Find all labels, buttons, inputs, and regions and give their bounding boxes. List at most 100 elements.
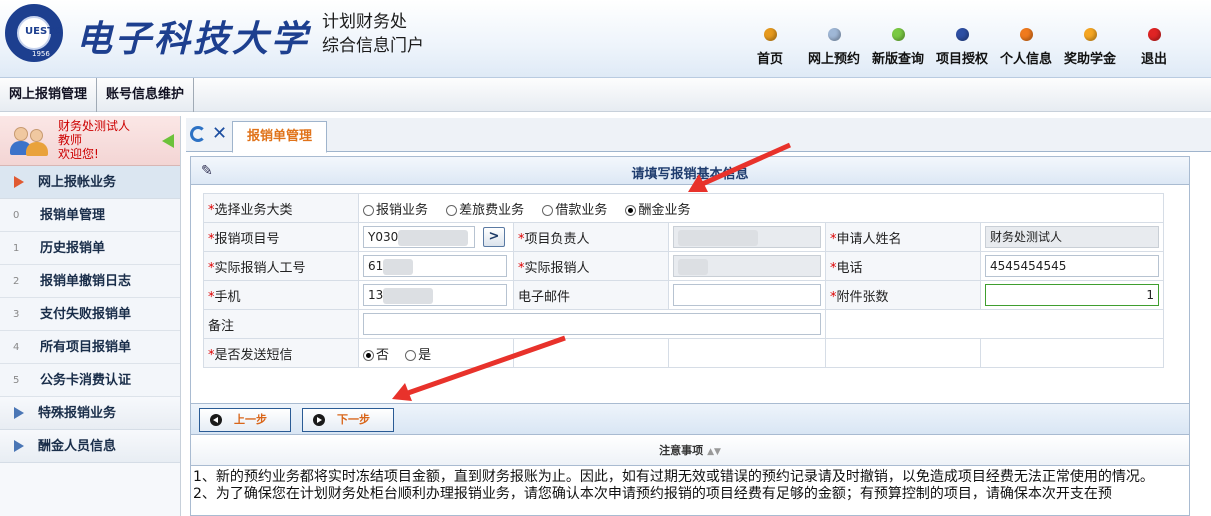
- orb-icon: [891, 28, 905, 41]
- actual-person-label: 实际报销人: [524, 260, 590, 276]
- nav-scholarship[interactable]: 奖助学金: [1063, 28, 1117, 67]
- radio-icon[interactable]: [363, 349, 374, 361]
- collapse-arrow-icon[interactable]: [162, 134, 174, 148]
- refresh-icon[interactable]: [190, 126, 206, 142]
- remark-label: 备注: [208, 318, 235, 334]
- orb-icon: [1147, 28, 1161, 41]
- notice-body: 1、新的预约业务都将实时冻结项目金额，直到财务报账为止。因此，如有过期无效或错误…: [193, 469, 1187, 503]
- main-content: ✕ 报销单管理 ✎ 请填写报销基本信息 *选择业务大类 报销业务 差旅费业务 借…: [186, 116, 1211, 516]
- sidebar: 财务处测试人 教师 欢迎您! 网上报帐业务 0 报销单管理 1 历史报销单 2 报销单…: [0, 116, 181, 516]
- nav-project-auth[interactable]: 项目授权: [935, 28, 989, 67]
- category-option-remuneration[interactable]: 酬金业务: [625, 203, 690, 218]
- user-greeting: 欢迎您!: [58, 147, 99, 161]
- nav-online-booking[interactable]: 网上预约: [807, 28, 861, 67]
- category-label: 选择业务大类: [214, 202, 293, 218]
- sidebar-item-cancel-log[interactable]: 2 报销单撤销日志: [0, 265, 180, 298]
- orb-icon: [1019, 28, 1033, 41]
- applicant-name-label: 申请人姓名: [836, 231, 902, 247]
- university-name: 电子科技大学: [76, 18, 311, 60]
- sidebar-group-online-reimbursement[interactable]: 网上报帐业务: [0, 166, 180, 199]
- mobile-input[interactable]: 13: [363, 284, 507, 306]
- menu-account-maintenance[interactable]: 账号信息维护: [97, 78, 195, 112]
- button-bar: 上一步 下一步: [191, 403, 1189, 435]
- top-nav: 首页 网上预约 新版查询 项目授权 个人信息 奖助学金 退出: [733, 28, 1181, 67]
- nav-personal-info[interactable]: 个人信息: [999, 28, 1053, 67]
- portal-title: 计划财务处 综合信息门户: [322, 10, 424, 58]
- radio-icon[interactable]: [625, 204, 637, 216]
- remark-input[interactable]: [363, 313, 821, 335]
- reimbursement-form: *选择业务大类 报销业务 差旅费业务 借款业务 酬金业务 *报销项目号 Y030…: [203, 193, 1164, 368]
- sms-option-no[interactable]: 否: [363, 348, 389, 363]
- project-no-label: 报销项目号: [214, 231, 280, 247]
- orb-icon: [955, 28, 969, 41]
- radio-icon[interactable]: [446, 204, 458, 216]
- orb-icon: [763, 28, 777, 41]
- radio-icon[interactable]: [363, 204, 374, 216]
- radio-icon[interactable]: [542, 204, 554, 216]
- category-option-reimbursement[interactable]: 报销业务: [363, 203, 428, 218]
- nav-home[interactable]: 首页: [743, 28, 797, 67]
- attach-count-input[interactable]: 1: [985, 284, 1159, 306]
- user-name: 财务处测试人: [58, 119, 131, 133]
- sms-options: 否 是: [358, 338, 514, 368]
- close-icon[interactable]: ✕: [212, 125, 227, 143]
- sidebar-item-payment-failed[interactable]: 3 支付失败报销单: [0, 298, 180, 331]
- notice-line-1: 1、新的预约业务都将实时冻结项目金额，直到财务报账为止。因此，如有过期无效或错误…: [193, 469, 1154, 485]
- actual-id-input[interactable]: 61: [363, 255, 507, 277]
- attach-label: 附件张数: [836, 289, 889, 305]
- university-logo: UESTC 1956: [5, 4, 63, 62]
- notice-line-2: 2、为了确保您在计划财务处柜台顺利办理报销业务，请您确认本次申请预约报销的项目经…: [193, 486, 1112, 502]
- prev-step-button[interactable]: 上一步: [199, 408, 291, 432]
- sidebar-group-special[interactable]: 特殊报销业务: [0, 397, 180, 430]
- project-no-input[interactable]: Y030: [363, 226, 475, 248]
- menu-online-reimbursement[interactable]: 网上报销管理: [0, 78, 98, 112]
- portal-title-line1: 计划财务处: [322, 12, 407, 32]
- user-role: 教师: [58, 133, 83, 147]
- arrow-right-icon: [14, 176, 24, 188]
- portal-title-line2: 综合信息门户: [322, 36, 424, 56]
- nav-logout[interactable]: 退出: [1127, 28, 1181, 67]
- user-info: 财务处测试人 教师 欢迎您!: [0, 116, 180, 166]
- tab-bar: ✕ 报销单管理: [186, 118, 1211, 153]
- project-search-button[interactable]: >: [483, 227, 505, 247]
- project-lead-field: [673, 226, 821, 248]
- logo-text: UESTC: [25, 26, 62, 37]
- arrow-right-icon: [14, 440, 24, 452]
- sidebar-item-reimbursement-management[interactable]: 0 报销单管理: [0, 199, 180, 232]
- project-lead-label: 项目负责人: [524, 231, 590, 247]
- users-icon: [10, 125, 48, 157]
- panel-header: ✎ 请填写报销基本信息: [191, 157, 1189, 185]
- category-option-loan[interactable]: 借款业务: [542, 203, 607, 218]
- orb-icon: [827, 28, 841, 41]
- orb-icon: [1083, 28, 1097, 41]
- actual-person-field: [673, 255, 821, 277]
- arrow-left-icon: [210, 414, 222, 426]
- notice-header[interactable]: 注意事项 ▲▼: [191, 436, 1189, 466]
- panel-title: 请填写报销基本信息: [631, 167, 749, 182]
- arrow-right-icon: [313, 414, 325, 426]
- sort-icon: ▲▼: [707, 447, 721, 457]
- form-panel: ✎ 请填写报销基本信息 *选择业务大类 报销业务 差旅费业务 借款业务 酬金业务…: [190, 156, 1190, 516]
- menu-bar: 网上报销管理 账号信息维护: [0, 78, 1211, 112]
- category-option-travel[interactable]: 差旅费业务: [446, 203, 524, 218]
- header: UESTC 1956 电子科技大学 计划财务处 综合信息门户 首页 网上预约 新…: [0, 0, 1211, 78]
- tab-reimbursement-management[interactable]: 报销单管理: [232, 121, 328, 153]
- arrow-right-icon: [14, 407, 24, 419]
- email-input[interactable]: [673, 284, 821, 306]
- actual-id-label: 实际报销人工号: [214, 260, 306, 276]
- sms-option-yes[interactable]: 是: [405, 348, 431, 363]
- radio-icon[interactable]: [405, 349, 417, 361]
- nav-new-query[interactable]: 新版查询: [871, 28, 925, 67]
- applicant-name-field: 财务处测试人: [985, 226, 1159, 248]
- sidebar-item-all-projects[interactable]: 4 所有项目报销单: [0, 331, 180, 364]
- mobile-label: 手机: [214, 289, 241, 305]
- sms-label: 是否发送短信: [214, 347, 293, 363]
- category-options: 报销业务 差旅费业务 借款业务 酬金业务: [358, 193, 1164, 223]
- next-step-button[interactable]: 下一步: [302, 408, 394, 432]
- phone-label: 电话: [836, 260, 863, 276]
- sidebar-item-history[interactable]: 1 历史报销单: [0, 232, 180, 265]
- sidebar-group-staff[interactable]: 酬金人员信息: [0, 430, 180, 463]
- sidebar-item-official-card[interactable]: 5 公务卡消费认证: [0, 364, 180, 397]
- logo-year: 1956: [32, 50, 50, 58]
- phone-input[interactable]: 4545454545: [985, 255, 1159, 277]
